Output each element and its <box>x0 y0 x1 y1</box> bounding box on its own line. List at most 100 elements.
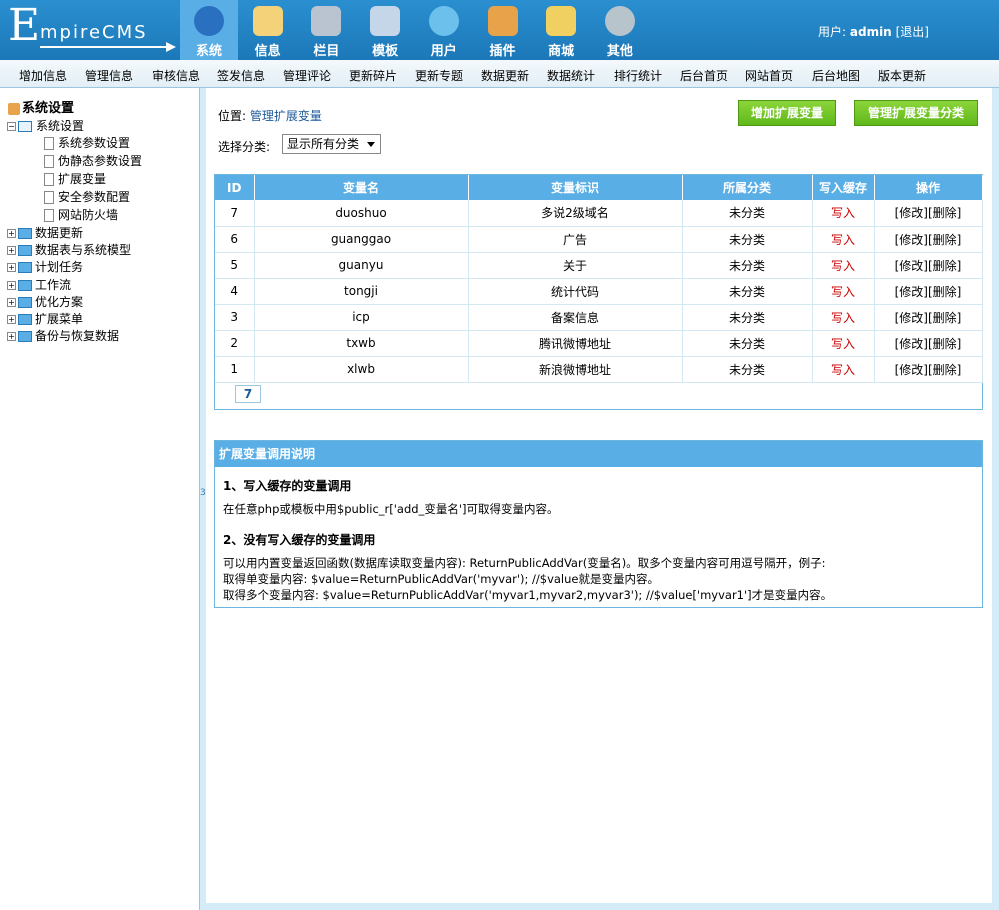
write-cache-link[interactable]: 写入 <box>812 304 875 331</box>
sidebar-group-item[interactable]: + 数据表与系统模型 <box>7 241 131 258</box>
sidebar-child-item[interactable]: 系统参数设置 <box>44 134 130 151</box>
write-cache-link[interactable]: 写入 <box>812 200 875 227</box>
sidebar-group-item[interactable]: + 优化方案 <box>7 293 83 310</box>
nav-item-2[interactable]: 栏目 <box>297 0 355 60</box>
category-label: 选择分类: <box>218 140 271 154</box>
row-actions: [修改][删除] <box>874 304 983 331</box>
sidebar-group-item[interactable]: + 备份与恢复数据 <box>7 327 119 344</box>
delete-link[interactable]: [删除] <box>928 259 961 273</box>
edit-link[interactable]: [修改] <box>895 206 928 220</box>
subnav-item[interactable]: 后台首页 <box>680 67 728 84</box>
sidebar-group-item[interactable]: + 工作流 <box>7 276 71 293</box>
row-id: 7 <box>215 200 255 227</box>
edit-link[interactable]: [修改] <box>895 259 928 273</box>
pager[interactable]: 7 <box>235 385 261 403</box>
collapse-icon[interactable]: − <box>7 122 16 131</box>
edit-link[interactable]: [修改] <box>895 311 928 325</box>
table-header-cell: 操作 <box>874 175 983 200</box>
subnav-item[interactable]: 数据统计 <box>547 67 595 84</box>
edit-link[interactable]: [修改] <box>895 233 928 247</box>
notes-heading-2: 2、没有写入缓存的变量调用 <box>223 533 376 547</box>
nav-item-5[interactable]: 插件 <box>474 0 532 60</box>
sidebar-child-label: 系统参数设置 <box>58 136 131 150</box>
subnav-item[interactable]: 签发信息 <box>217 67 265 84</box>
expand-icon[interactable]: + <box>7 263 16 273</box>
variable-table: ID 变量名 变量标识 所属分类 写入缓存 操作 7 duoshuo 多说2级域名 未分类 写入[… <box>215 175 983 383</box>
subnav-item[interactable]: 版本更新 <box>878 67 926 84</box>
empirecms-logo[interactable]: E mpireCMS <box>8 4 176 52</box>
delete-link[interactable]: [删除] <box>928 206 961 220</box>
document-icon <box>44 155 54 168</box>
table-row: 3 icp 备案信息 未分类 写入 [修改][删除] <box>215 304 983 331</box>
nav-item-4[interactable]: 用户 <box>415 0 473 60</box>
table-header-cell: 变量标识 <box>468 175 683 200</box>
sidebar: 系统设置 − 系统设置 系统参数设置 伪静态参数设置 扩展变量 安全参数配置 网站防火墙 … <box>0 88 200 910</box>
nav-item-7[interactable]: 其他 <box>591 0 649 60</box>
sidebar-child-item[interactable]: 伪静态参数设置 <box>44 152 142 169</box>
sidebar-child-item[interactable]: 网站防火墙 <box>44 206 118 223</box>
row-actions: [修改][删除] <box>874 330 983 357</box>
subnav-item[interactable]: 排行统计 <box>614 67 662 84</box>
notes-text-2a: 可以用内置变量返回函数(数据库读取变量内容): ReturnPublicAddV… <box>223 556 826 570</box>
sidebar-group-system[interactable]: − 系统设置 <box>7 117 84 134</box>
subnav-item[interactable]: 后台地图 <box>812 67 860 84</box>
write-cache-link[interactable]: 写入 <box>812 226 875 253</box>
subnav-item[interactable]: 数据更新 <box>481 67 529 84</box>
subnav-item[interactable]: 网站首页 <box>745 67 793 84</box>
add-var-button[interactable]: 增加扩展变量 <box>738 100 836 126</box>
sidebar-child-item[interactable]: 安全参数配置 <box>44 188 130 205</box>
delete-link[interactable]: [删除] <box>928 233 961 247</box>
write-cache-link[interactable]: 写入 <box>812 330 875 357</box>
delete-link[interactable]: [删除] <box>928 285 961 299</box>
sidebar-group-item[interactable]: + 计划任务 <box>7 258 83 275</box>
write-cache-link[interactable]: 写入 <box>812 252 875 279</box>
user-name: admin <box>849 25 892 39</box>
nav-item-label: 其他 <box>606 44 633 59</box>
nav-item-1[interactable]: 信息 <box>239 0 297 60</box>
subnav-item[interactable]: 更新碎片 <box>349 67 397 84</box>
manage-category-button[interactable]: 管理扩展变量分类 <box>854 100 978 126</box>
sidebar-child-item[interactable]: 扩展变量 <box>44 170 106 187</box>
expand-icon[interactable]: + <box>7 332 16 342</box>
nav-item-3[interactable]: 模板 <box>356 0 414 60</box>
edit-link[interactable]: [修改] <box>895 337 928 351</box>
logo-text: mpireCMS <box>40 22 148 43</box>
row-id: 2 <box>215 330 255 357</box>
expand-icon[interactable]: + <box>7 280 16 290</box>
delete-link[interactable]: [删除] <box>928 337 961 351</box>
sidebar-group-item[interactable]: + 数据更新 <box>7 224 83 241</box>
delete-link[interactable]: [删除] <box>928 363 961 377</box>
expand-icon[interactable]: + <box>7 315 16 324</box>
document-icon <box>44 191 54 204</box>
row-label: 新浪微博地址 <box>468 356 683 383</box>
main-content: 位置: 管理扩展变量 增加扩展变量 管理扩展变量分类 选择分类: 显示所有分类 … <box>206 88 992 903</box>
folder-icon <box>18 245 32 257</box>
category-select[interactable]: 显示所有分类 <box>282 134 381 154</box>
edit-link[interactable]: [修改] <box>895 363 928 377</box>
location-link[interactable]: 管理扩展变量 <box>250 109 322 123</box>
subnav-item[interactable]: 增加信息 <box>19 67 67 84</box>
subnav-item[interactable]: 管理评论 <box>283 67 331 84</box>
edit-link[interactable]: [修改] <box>895 285 928 299</box>
nav-item-0[interactable]: 系统 <box>180 0 238 60</box>
notes-text-2b: 取得单变量内容: $value=ReturnPublicAddVar('myva… <box>223 572 659 586</box>
delete-link[interactable]: [删除] <box>928 311 961 325</box>
expand-icon[interactable]: + <box>7 229 16 238</box>
logout-link[interactable]: [退出] <box>896 25 929 39</box>
nav-item-6[interactable]: 商城 <box>532 0 590 60</box>
expand-icon[interactable]: + <box>7 246 16 256</box>
write-cache-link[interactable]: 写入 <box>812 278 875 305</box>
expand-icon[interactable]: + <box>7 297 16 307</box>
row-label: 腾讯微博地址 <box>468 330 683 357</box>
subnav-item[interactable]: 管理信息 <box>85 67 133 84</box>
subnav-item[interactable]: 更新专题 <box>415 67 463 84</box>
sidebar-root-label: 系统设置 <box>22 101 75 116</box>
nav-item-label: 栏目 <box>313 44 340 59</box>
write-cache-link[interactable]: 写入 <box>812 356 875 383</box>
sidebar-group-label: 系统设置 <box>36 119 85 133</box>
table-header-cell: ID <box>215 175 255 200</box>
folder-icon <box>311 6 342 36</box>
tools-icon <box>487 6 518 36</box>
sidebar-group-item[interactable]: + 扩展菜单 <box>7 310 83 327</box>
subnav-item[interactable]: 审核信息 <box>152 67 200 84</box>
